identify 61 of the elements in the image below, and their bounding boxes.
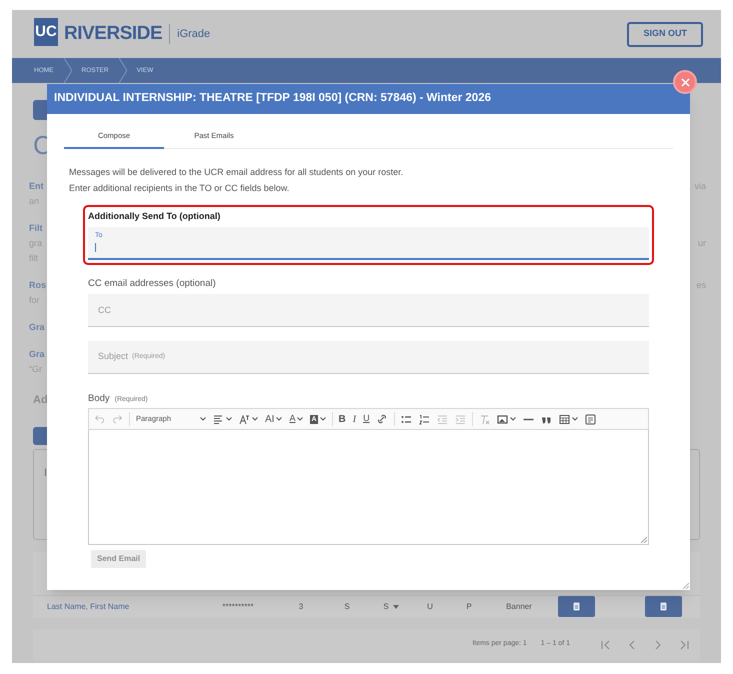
source-icon bbox=[584, 414, 596, 424]
card-text: I bbox=[44, 466, 48, 478]
caret-icon bbox=[572, 417, 578, 421]
link-icon bbox=[376, 414, 388, 424]
table-cell-text: S bbox=[343, 600, 351, 612]
bold-tool-button[interactable]: B bbox=[336, 411, 348, 427]
italic-tool-button[interactable]: I bbox=[350, 411, 358, 427]
dialog-title: INDIVIDUAL INTERNSHIP: THEATRE [TFDP 198I 050] (CRN: 57846) - Winter 2026 bbox=[47, 84, 690, 114]
align-icon bbox=[213, 414, 224, 424]
bullets-icon bbox=[400, 414, 412, 424]
caret-icon bbox=[320, 417, 326, 421]
field-label: CC email addresses (optional) bbox=[88, 276, 217, 290]
table-icon bbox=[558, 414, 570, 424]
row-action-button[interactable] bbox=[645, 596, 682, 617]
caret-icon bbox=[392, 604, 399, 608]
field-placeholder: Subject bbox=[98, 350, 128, 363]
sign-out-button[interactable]: SIGN OUT bbox=[627, 22, 703, 46]
numbers-icon bbox=[418, 414, 430, 424]
resize-handle-icon[interactable] bbox=[641, 537, 647, 543]
info-text: Enter additional recipients in the TO or CC fields below. bbox=[69, 182, 290, 195]
text-fragment: Gra bbox=[29, 320, 45, 334]
grade-select[interactable]: S bbox=[370, 600, 412, 612]
row-action-button[interactable] bbox=[558, 596, 595, 617]
chevron-separator-icon bbox=[118, 58, 127, 83]
image-icon bbox=[496, 414, 508, 424]
caret-icon bbox=[252, 417, 258, 421]
text-fragment: Gra bbox=[29, 348, 45, 361]
caret-icon bbox=[200, 417, 206, 421]
caret-icon bbox=[276, 417, 282, 421]
outdent-icon bbox=[436, 414, 448, 424]
caret-icon bbox=[297, 417, 304, 421]
clear-format-icon bbox=[478, 414, 490, 424]
field-label: Additionally Send To (optional) bbox=[88, 210, 222, 223]
table-cell-text: P bbox=[465, 600, 473, 612]
underline-tool-button[interactable]: U bbox=[361, 411, 372, 427]
font-family-icon bbox=[239, 414, 250, 424]
indent-icon bbox=[454, 414, 466, 424]
text-fragment: Ent bbox=[29, 180, 44, 193]
table-cell-text: Banner bbox=[505, 600, 533, 612]
resize-handle-icon[interactable] bbox=[683, 583, 689, 589]
text-fragment: Ros bbox=[29, 278, 46, 292]
info-text: Messages will be delivered to the UCR email address for all students on your roster. bbox=[69, 166, 404, 179]
clipboard-icon bbox=[660, 602, 667, 611]
caret-icon bbox=[510, 417, 516, 421]
logo-mark: UC bbox=[34, 18, 58, 46]
undo-icon bbox=[94, 414, 105, 424]
cc-field[interactable]: CC bbox=[88, 294, 649, 327]
redo-icon bbox=[112, 414, 123, 424]
chevron-separator-icon bbox=[64, 58, 72, 83]
text-fragment: Filt bbox=[29, 222, 42, 235]
app-name: iGrade bbox=[177, 26, 210, 42]
table-cell-text: U bbox=[426, 600, 434, 612]
field-label: Body bbox=[88, 392, 110, 406]
table-cell-text: ********** bbox=[221, 600, 255, 612]
close-icon bbox=[680, 78, 690, 86]
caret-icon bbox=[226, 417, 232, 421]
table-cell-text: 3 bbox=[298, 600, 304, 612]
logo-text: RIVERSIDE bbox=[64, 22, 162, 46]
font-size-tool-button[interactable]: AI bbox=[263, 411, 284, 427]
font-color-tool-button[interactable]: A bbox=[287, 411, 306, 427]
text-cursor bbox=[95, 243, 96, 252]
